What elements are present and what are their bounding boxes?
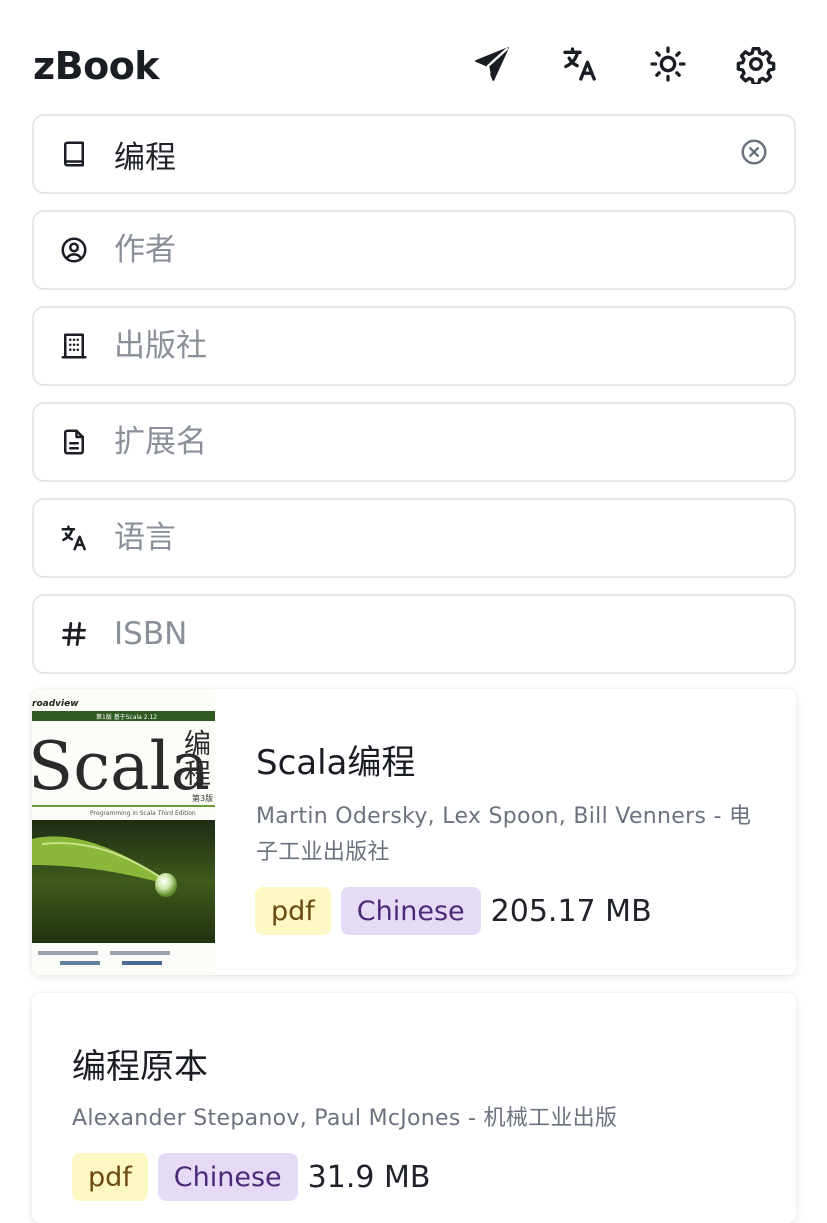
paper-plane-icon — [475, 47, 509, 81]
translate-icon — [563, 47, 596, 81]
cover-cjk-2: 程 — [184, 759, 211, 790]
cover-subtitle: Programming in Scala Third Edition — [90, 810, 196, 817]
isbn-input[interactable] — [114, 606, 734, 662]
clear-title-button[interactable] — [738, 136, 770, 168]
cover-series: 第1版 基于Scala 2.12 — [96, 713, 157, 721]
gear-icon — [736, 47, 776, 84]
extension-field — [32, 402, 796, 482]
book-meta: Alexander Stepanov, Paul McJones - 机械工业出… — [72, 1101, 772, 1137]
extension-badge[interactable]: pdf — [255, 887, 331, 935]
book-meta-line: Martin Odersky, Lex Spoon, Bill Venners … — [256, 804, 752, 829]
file-size: 31.9 MB — [307, 1159, 431, 1195]
cover-edition: 第3版 — [192, 793, 213, 803]
sun-icon — [650, 46, 686, 82]
book-cover: roadview 第1版 基于Scala 2.12 Scala 编 程 第3版 … — [32, 689, 215, 975]
app-title: zBook — [33, 44, 160, 88]
book-title[interactable]: Scala编程 — [256, 735, 415, 784]
book-meta-line: 子工业出版社 — [256, 840, 390, 865]
title-input[interactable] — [114, 126, 734, 182]
header: zBook — [0, 0, 827, 112]
translate-icon — [58, 522, 90, 554]
language-badge[interactable]: Chinese — [157, 1153, 298, 1201]
language-field — [32, 498, 796, 578]
cover-brand: roadview — [32, 699, 79, 709]
extension-badge[interactable]: pdf — [72, 1153, 148, 1201]
book-meta: Martin Odersky, Lex Spoon, Bill Venners … — [256, 799, 776, 871]
language-button[interactable] — [558, 42, 602, 86]
book-badges: pdf Chinese 205.17 MB — [255, 887, 652, 935]
language-badge[interactable]: Chinese — [340, 887, 481, 935]
document-icon — [58, 426, 90, 458]
user-circle-icon — [58, 234, 90, 266]
publisher-field — [32, 306, 796, 386]
telegram-button[interactable] — [470, 42, 514, 86]
theme-button[interactable] — [646, 42, 690, 86]
file-size: 205.17 MB — [490, 893, 652, 929]
author-field — [32, 210, 796, 290]
hash-icon — [58, 618, 90, 650]
isbn-field — [32, 594, 796, 674]
book-meta-line: Alexander Stepanov, Paul McJones - 机械工业出… — [72, 1106, 618, 1131]
author-input[interactable] — [114, 222, 734, 278]
extension-input[interactable] — [114, 414, 734, 470]
building-icon — [58, 330, 90, 362]
result-card[interactable]: 编程原本 Alexander Stepanov, Paul McJones - … — [32, 993, 796, 1223]
result-card[interactable]: roadview 第1版 基于Scala 2.12 Scala 编 程 第3版 … — [32, 689, 796, 975]
book-badges: pdf Chinese 31.9 MB — [72, 1153, 430, 1201]
book-icon — [58, 138, 90, 170]
language-input[interactable] — [114, 510, 734, 566]
cover-cjk-1: 编 — [184, 729, 211, 760]
close-circle-icon — [741, 139, 767, 165]
publisher-input[interactable] — [114, 318, 734, 374]
settings-button[interactable] — [734, 42, 778, 86]
cover-art: roadview 第1版 基于Scala 2.12 Scala 编 程 第3版 … — [32, 689, 215, 975]
title-field — [32, 114, 796, 194]
book-title[interactable]: 编程原本 — [72, 1039, 208, 1088]
